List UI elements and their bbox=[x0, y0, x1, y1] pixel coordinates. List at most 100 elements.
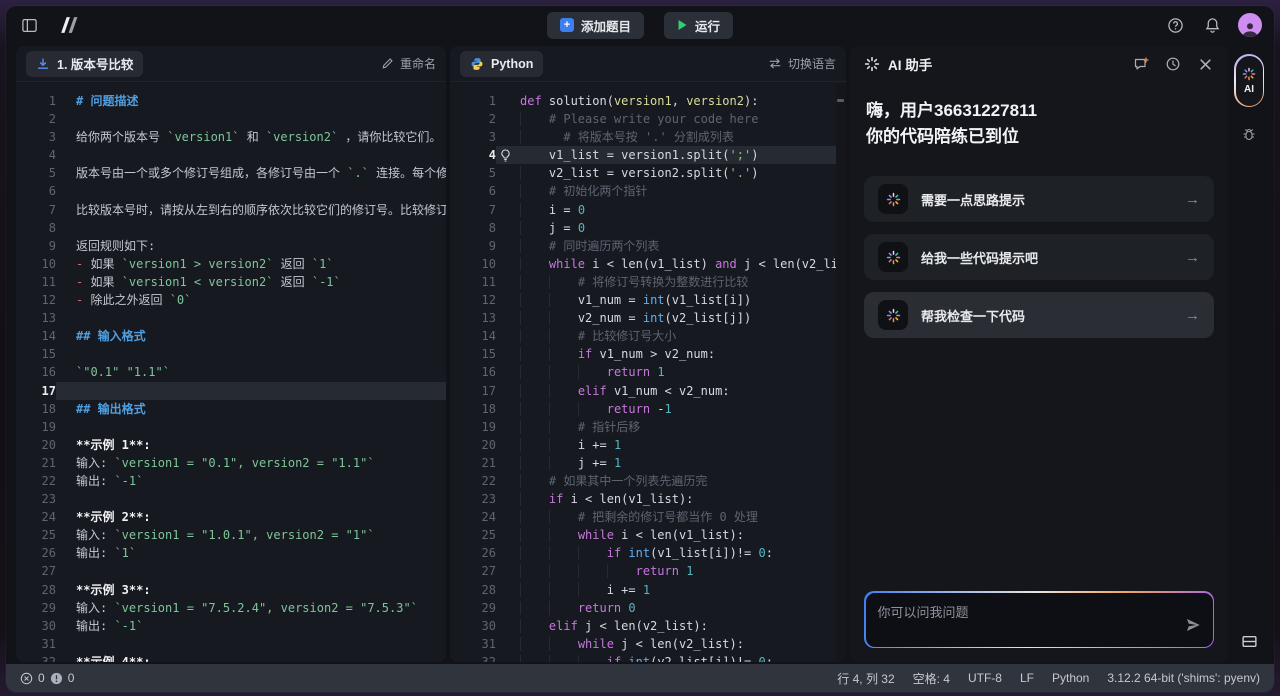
editor-line[interactable]: 16 return 1 bbox=[450, 363, 846, 381]
editor-line[interactable]: 24**示例 2**: bbox=[16, 508, 446, 526]
editor-line[interactable]: 22输出: `-1` bbox=[16, 472, 446, 490]
switch-language-button[interactable]: 切换语言 bbox=[768, 55, 836, 72]
editor-line[interactable]: 32 if int(v2_list[j])!= 0: bbox=[450, 653, 846, 662]
eol-setting[interactable]: LF bbox=[1020, 671, 1034, 685]
editor-line[interactable]: 11- 如果 `version1 < version2` 返回 `-1` bbox=[16, 273, 446, 291]
editor-line[interactable]: 9 # 同时遍历两个列表 bbox=[450, 237, 846, 255]
line-number: 32 bbox=[16, 653, 56, 662]
editor-line[interactable]: 14 # 比较修订号大小 bbox=[450, 327, 846, 345]
editor-line[interactable]: 16`"0.1" "1.1"` bbox=[16, 363, 446, 381]
editor-line[interactable]: 1# 问题描述 bbox=[16, 92, 446, 110]
editor-line[interactable]: 21 j += 1 bbox=[450, 454, 846, 472]
editor-line[interactable]: 12- 除此之外返回 `0` bbox=[16, 291, 446, 309]
editor-line[interactable]: 4 bbox=[16, 146, 446, 164]
user-avatar[interactable] bbox=[1238, 13, 1262, 37]
new-chat-icon[interactable] bbox=[1132, 55, 1150, 73]
editor-line[interactable]: 20 i += 1 bbox=[450, 436, 846, 454]
ai-suggestion-card[interactable]: 需要一点思路提示→ bbox=[864, 176, 1214, 222]
sidebar-toggle-icon[interactable] bbox=[18, 14, 40, 36]
line-number: 10 bbox=[450, 255, 496, 273]
editor-line[interactable]: 13 bbox=[16, 309, 446, 327]
editor-line[interactable]: 29输入: `version1 = "7.5.2.4", version2 = … bbox=[16, 599, 446, 617]
editor-line[interactable]: 19 # 指针后移 bbox=[450, 418, 846, 436]
editor-line[interactable]: 18## 输出格式 bbox=[16, 400, 446, 418]
editor-line[interactable]: 11 # 将修订号转换为整数进行比较 bbox=[450, 273, 846, 291]
ai-question-input[interactable]: 你可以问我问题 bbox=[866, 593, 1213, 647]
history-icon[interactable] bbox=[1164, 55, 1182, 73]
editor-line[interactable]: 25 while i < len(v1_list): bbox=[450, 526, 846, 544]
ai-rail-toggle[interactable]: AI bbox=[1234, 54, 1264, 107]
send-icon[interactable] bbox=[1185, 617, 1201, 638]
editor-line[interactable]: 10- 如果 `version1 > version2` 返回 `1` bbox=[16, 255, 446, 273]
editor-line[interactable]: 27 bbox=[16, 562, 446, 580]
code-editor[interactable]: 1def solution(version1, version2):2 # Pl… bbox=[450, 82, 846, 662]
editor-line[interactable]: 14## 输入格式 bbox=[16, 327, 446, 345]
close-icon[interactable] bbox=[1196, 55, 1214, 73]
editor-line[interactable]: 2 # Please write your code here bbox=[450, 110, 846, 128]
editor-line[interactable]: 5版本号由一个或多个修订号组成，各修订号由一个 `.` 连接。每个修订号由 bbox=[16, 164, 446, 182]
editor-line[interactable]: 21输入: `version1 = "0.1", version2 = "1.1… bbox=[16, 454, 446, 472]
editor-line[interactable]: 19 bbox=[16, 418, 446, 436]
notifications-bell-icon[interactable] bbox=[1201, 14, 1223, 36]
keyboard-panel-icon[interactable] bbox=[1241, 634, 1258, 654]
editor-line[interactable]: 7比较版本号时，请按从左到右的顺序依次比较它们的修订号。比较修订号时， bbox=[16, 201, 446, 219]
problem-markdown-editor[interactable]: 1# 问题描述23给你两个版本号 `version1` 和 `version2`… bbox=[16, 82, 446, 662]
editor-line[interactable]: 10 while i < len(v1_list) and j < len(v2… bbox=[450, 255, 846, 273]
editor-line[interactable]: 6 # 初始化两个指针 bbox=[450, 182, 846, 200]
editor-line[interactable]: 29 return 0 bbox=[450, 599, 846, 617]
editor-line[interactable]: 9返回规则如下: bbox=[16, 237, 446, 255]
editor-line[interactable]: 23 bbox=[16, 490, 446, 508]
editor-line[interactable]: 30输出: `-1` bbox=[16, 617, 446, 635]
editor-line[interactable]: 1def solution(version1, version2): bbox=[450, 92, 846, 110]
run-button[interactable]: 运行 bbox=[664, 12, 733, 39]
editor-line[interactable]: 30 elif j < len(v2_list): bbox=[450, 617, 846, 635]
editor-line[interactable]: 6 bbox=[16, 182, 446, 200]
editor-line[interactable]: 24 # 把剩余的修订号都当作 0 处理 bbox=[450, 508, 846, 526]
editor-line[interactable]: 8 bbox=[16, 219, 446, 237]
editor-line[interactable]: 28 i += 1 bbox=[450, 581, 846, 599]
editor-line[interactable]: 23 if i < len(v1_list): bbox=[450, 490, 846, 508]
encoding[interactable]: UTF-8 bbox=[968, 671, 1002, 685]
editor-line[interactable]: 17 bbox=[16, 382, 446, 400]
ai-suggestion-card[interactable]: 帮我检查一下代码→ bbox=[864, 292, 1214, 338]
editor-line[interactable]: 17 elif v1_num < v2_num: bbox=[450, 382, 846, 400]
editor-line[interactable]: 18 return -1 bbox=[450, 400, 846, 418]
editor-line[interactable]: 25输入: `version1 = "1.0.1", version2 = "1… bbox=[16, 526, 446, 544]
editor-line[interactable]: 4 v1_list = version1.split(';') bbox=[450, 146, 846, 164]
editor-line[interactable]: 5 v2_list = version2.split('.') bbox=[450, 164, 846, 182]
interpreter[interactable]: 3.12.2 64-bit ('shims': pyenv) bbox=[1107, 671, 1260, 685]
help-icon[interactable] bbox=[1164, 14, 1186, 36]
indent-setting[interactable]: 空格: 4 bbox=[913, 670, 950, 687]
debug-bug-icon[interactable] bbox=[1241, 127, 1257, 148]
editor-line[interactable]: 22 # 如果其中一个列表先遍历完 bbox=[450, 472, 846, 490]
line-content: ## 输入格式 bbox=[56, 327, 446, 345]
cursor-position[interactable]: 行 4, 列 32 bbox=[837, 670, 894, 687]
editor-line[interactable]: 28**示例 3**: bbox=[16, 581, 446, 599]
editor-line[interactable]: 26输出: `1` bbox=[16, 544, 446, 562]
editor-line[interactable]: 27 return 1 bbox=[450, 562, 846, 580]
editor-line[interactable]: 26 if int(v1_list[i])!= 0: bbox=[450, 544, 846, 562]
language-mode[interactable]: Python bbox=[1052, 671, 1089, 685]
ai-suggestion-card[interactable]: 给我一些代码提示吧→ bbox=[864, 234, 1214, 280]
language-tab[interactable]: Python bbox=[460, 51, 543, 77]
rename-button[interactable]: 重命名 bbox=[381, 55, 436, 72]
problems-indicator[interactable]: 0 0 bbox=[20, 671, 74, 685]
editor-line[interactable]: 13 v2_num = int(v2_list[j]) bbox=[450, 309, 846, 327]
editor-line[interactable]: 2 bbox=[16, 110, 446, 128]
error-count: 0 bbox=[38, 671, 45, 685]
editor-line[interactable]: 7 i = 0 bbox=[450, 201, 846, 219]
code-scrollbar[interactable] bbox=[836, 83, 846, 662]
editor-line[interactable]: 31 bbox=[16, 635, 446, 653]
editor-line[interactable]: 3 # 将版本号按 '.' 分割成列表 bbox=[450, 128, 846, 146]
editor-line[interactable]: 32**示例 4**: bbox=[16, 653, 446, 662]
problem-tab[interactable]: 1. 版本号比较 bbox=[26, 51, 143, 77]
editor-line[interactable]: 3给你两个版本号 `version1` 和 `version2` ，请你比较它们… bbox=[16, 128, 446, 146]
editor-line[interactable]: 20**示例 1**: bbox=[16, 436, 446, 454]
line-content: ## 输出格式 bbox=[56, 400, 446, 418]
editor-line[interactable]: 8 j = 0 bbox=[450, 219, 846, 237]
editor-line[interactable]: 15 if v1_num > v2_num: bbox=[450, 345, 846, 363]
editor-line[interactable]: 31 while j < len(v2_list): bbox=[450, 635, 846, 653]
editor-line[interactable]: 15 bbox=[16, 345, 446, 363]
editor-line[interactable]: 12 v1_num = int(v1_list[i]) bbox=[450, 291, 846, 309]
add-question-button[interactable]: + 添加题目 bbox=[547, 12, 644, 39]
